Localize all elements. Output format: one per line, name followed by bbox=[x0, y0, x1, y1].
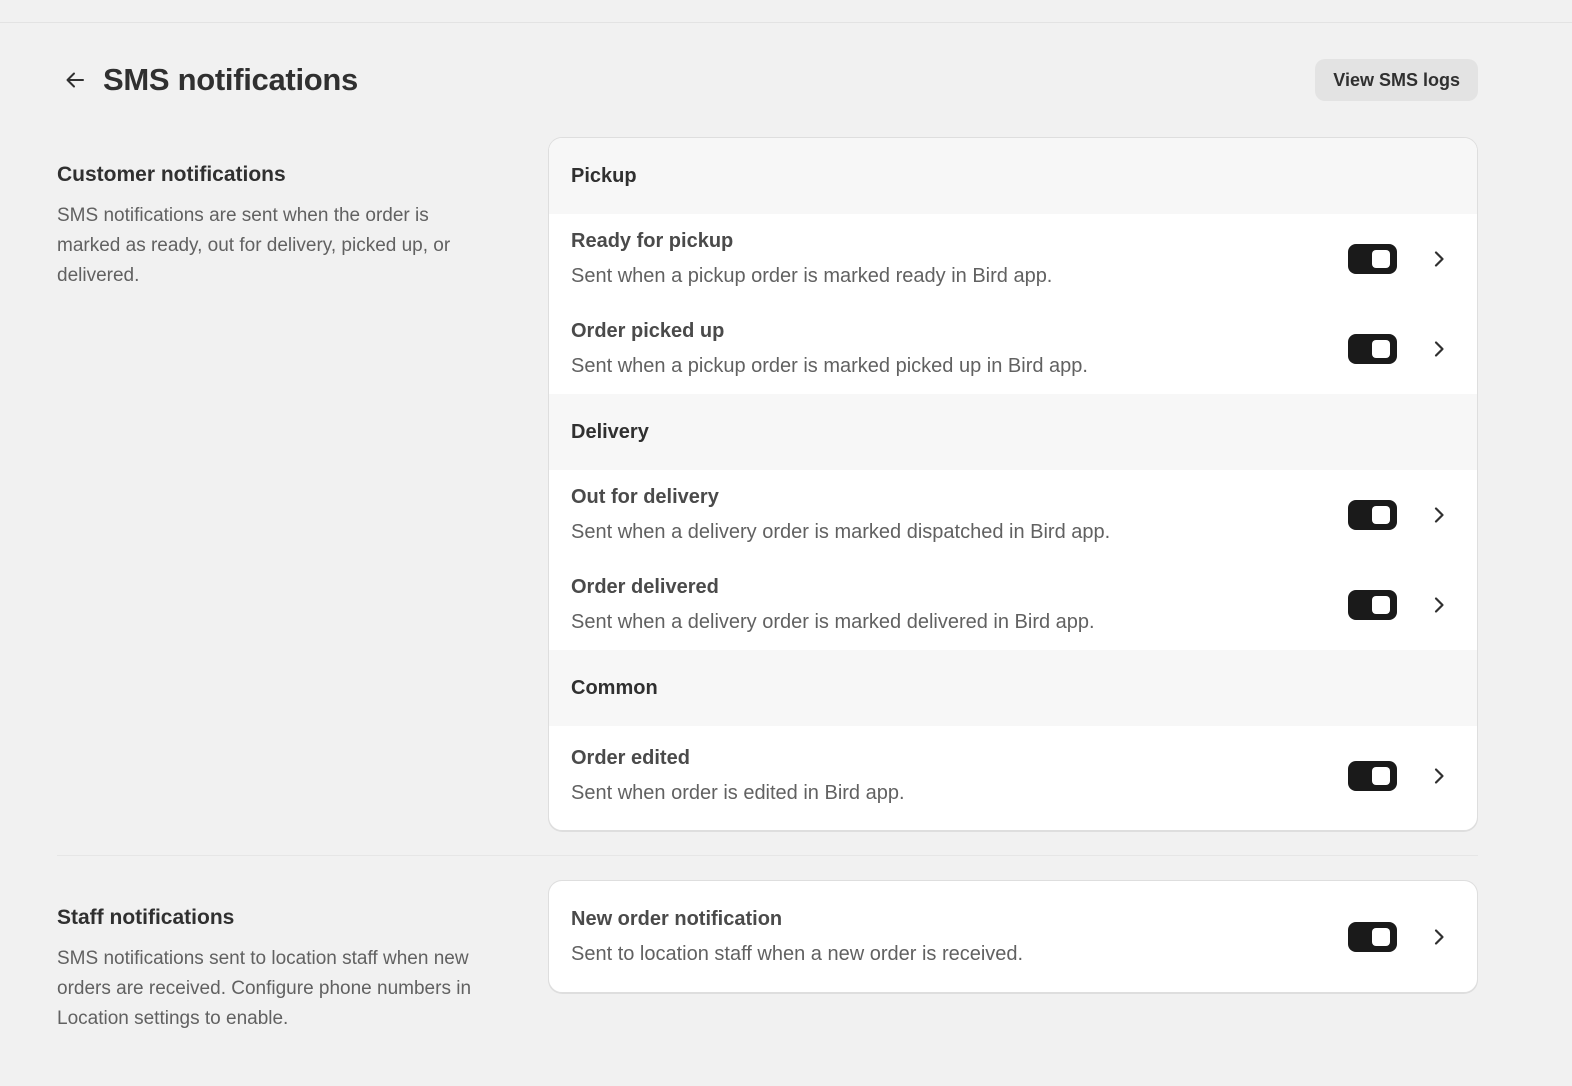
notification-title: New order notification bbox=[571, 907, 783, 930]
enable-toggle[interactable] bbox=[1348, 761, 1397, 791]
toggle-knob bbox=[1372, 927, 1390, 946]
chevron-right-icon[interactable] bbox=[1429, 766, 1449, 786]
notification-description: Sent when a delivery order is marked del… bbox=[571, 611, 1095, 633]
notification-row-order-picked-up: Order picked up Sent when a pickup order… bbox=[549, 304, 1477, 394]
toggle-knob bbox=[1372, 596, 1390, 614]
back-button[interactable] bbox=[57, 62, 93, 98]
header-left: SMS notifications bbox=[57, 62, 358, 98]
notification-title: Order edited bbox=[571, 747, 690, 769]
notification-description: Sent to location staff when a new order … bbox=[571, 942, 1024, 965]
notification-title: Out for delivery bbox=[571, 486, 719, 508]
toggle-knob bbox=[1372, 250, 1390, 268]
chevron-right-icon[interactable] bbox=[1429, 595, 1449, 615]
enable-toggle[interactable] bbox=[1348, 334, 1397, 364]
customer-notifications-card: Pickup Ready for pickup Sent when a pick… bbox=[548, 137, 1478, 831]
page-title: SMS notifications bbox=[103, 62, 358, 97]
section-title: Staff notifications bbox=[57, 906, 235, 929]
notification-description: Sent when a pickup order is marked ready… bbox=[571, 265, 1053, 287]
notification-row-out-for-delivery: Out for delivery Sent when a delivery or… bbox=[549, 470, 1477, 560]
section-info: Customer notifications SMS notifications… bbox=[57, 163, 497, 291]
notification-row-ready-for-pickup: Ready for pickup Sent when a pickup orde… bbox=[549, 214, 1477, 304]
notification-title: Ready for pickup bbox=[571, 230, 734, 252]
group-header-common: Common bbox=[549, 650, 1477, 726]
chevron-right-icon[interactable] bbox=[1429, 927, 1449, 947]
notification-row-order-delivered: Order delivered Sent when a delivery ord… bbox=[549, 560, 1477, 650]
view-sms-logs-button[interactable]: View SMS logs bbox=[1315, 59, 1478, 101]
chevron-right-icon[interactable] bbox=[1429, 505, 1449, 525]
arrow-left-icon bbox=[66, 72, 84, 88]
page-header: SMS notifications View SMS logs bbox=[57, 58, 1478, 102]
top-divider bbox=[0, 22, 1572, 23]
notification-row-new-order: New order notification Sent to location … bbox=[549, 881, 1477, 992]
enable-toggle[interactable] bbox=[1348, 921, 1397, 952]
notification-row-order-edited: Order edited Sent when order is edited i… bbox=[549, 726, 1477, 826]
chevron-right-icon[interactable] bbox=[1429, 339, 1449, 359]
notification-title: Order picked up bbox=[571, 320, 725, 342]
enable-toggle[interactable] bbox=[1348, 244, 1397, 274]
notification-description: Sent when a delivery order is marked dis… bbox=[571, 521, 1111, 543]
section-divider bbox=[57, 855, 1478, 856]
enable-toggle[interactable] bbox=[1348, 500, 1397, 530]
toggle-knob bbox=[1372, 506, 1390, 524]
toggle-knob bbox=[1372, 340, 1390, 358]
toggle-knob bbox=[1372, 767, 1390, 785]
section-title: Customer notifications bbox=[57, 163, 286, 186]
notification-title: Order delivered bbox=[571, 576, 719, 598]
enable-toggle[interactable] bbox=[1348, 590, 1397, 620]
section-description: SMS notifications are sent when the orde… bbox=[57, 205, 451, 286]
notification-description: Sent when a pickup order is marked picke… bbox=[571, 355, 1088, 377]
section-description: SMS notifications sent to location staff… bbox=[57, 948, 472, 1029]
staff-notifications-card: New order notification Sent to location … bbox=[548, 880, 1478, 993]
group-header-pickup: Pickup bbox=[549, 138, 1477, 214]
section-info: Staff notifications SMS notifications se… bbox=[57, 906, 497, 1034]
notification-description: Sent when order is edited in Bird app. bbox=[571, 782, 905, 804]
group-header-delivery: Delivery bbox=[549, 394, 1477, 470]
chevron-right-icon[interactable] bbox=[1429, 249, 1449, 269]
